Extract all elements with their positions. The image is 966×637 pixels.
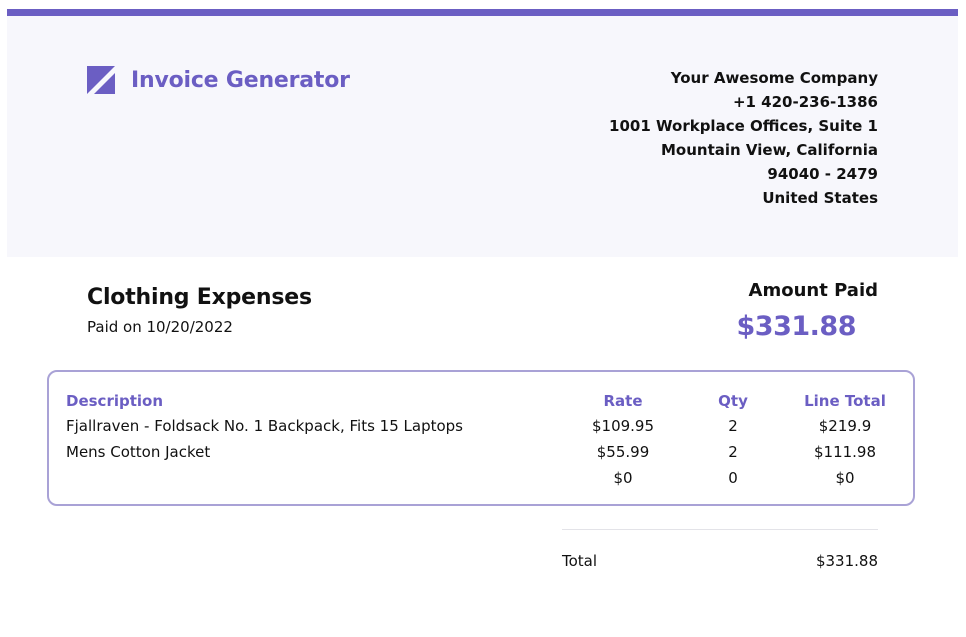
company-city-state: Mountain View, California	[661, 141, 878, 159]
company-country: United States	[762, 189, 878, 207]
row-2-rate: $55.99	[596, 443, 650, 461]
row-3-line-total: $0	[835, 469, 855, 487]
brand-title: Invoice Generator	[131, 67, 350, 93]
invoice-header: Invoice Generator Your Awesome Company +…	[7, 16, 958, 257]
accent-top-bar	[7, 9, 958, 16]
row-2-qty: 2	[728, 443, 738, 461]
column-header-qty: Qty	[718, 392, 748, 410]
column-header-rate: Rate	[603, 392, 643, 410]
total-label: Total	[562, 552, 598, 570]
company-name: Your Awesome Company	[670, 69, 878, 87]
row-1-qty: 2	[728, 417, 738, 435]
invoice-title: Clothing Expenses	[87, 285, 312, 310]
company-zip: 94040 - 2479	[767, 165, 878, 183]
row-1-rate: $109.95	[591, 417, 655, 435]
column-header-description: Description	[66, 392, 164, 410]
total-value: $331.88	[815, 552, 878, 570]
total-divider	[562, 529, 878, 530]
line-items-table: Description Rate Qty Line Total Fjallrav…	[47, 370, 915, 506]
column-header-line-total: Line Total	[804, 392, 886, 410]
row-1-description: Fjallraven - Foldsack No. 1 Backpack, Fi…	[66, 417, 463, 435]
amount-paid-value: $331.88	[736, 311, 857, 342]
amount-paid-label: Amount Paid	[748, 280, 878, 301]
row-2-line-total: $111.98	[813, 443, 877, 461]
row-3-qty: 0	[728, 469, 738, 487]
row-3-rate: $0	[613, 469, 633, 487]
company-phone: +1 420-236-1386	[732, 93, 878, 111]
invoice-page: Invoice Generator Your Awesome Company +…	[0, 0, 966, 637]
brand: Invoice Generator	[87, 66, 350, 94]
paid-on-date: Paid on 10/20/2022	[87, 318, 233, 336]
company-details: Your Awesome Company +1 420-236-1386 100…	[609, 66, 878, 210]
company-address-line1: 1001 Workplace Offices, Suite 1	[609, 117, 878, 135]
row-1-line-total: $219.9	[818, 417, 872, 435]
row-2-description: Mens Cotton Jacket	[66, 443, 211, 461]
invoice-generator-logo-icon	[87, 66, 115, 94]
